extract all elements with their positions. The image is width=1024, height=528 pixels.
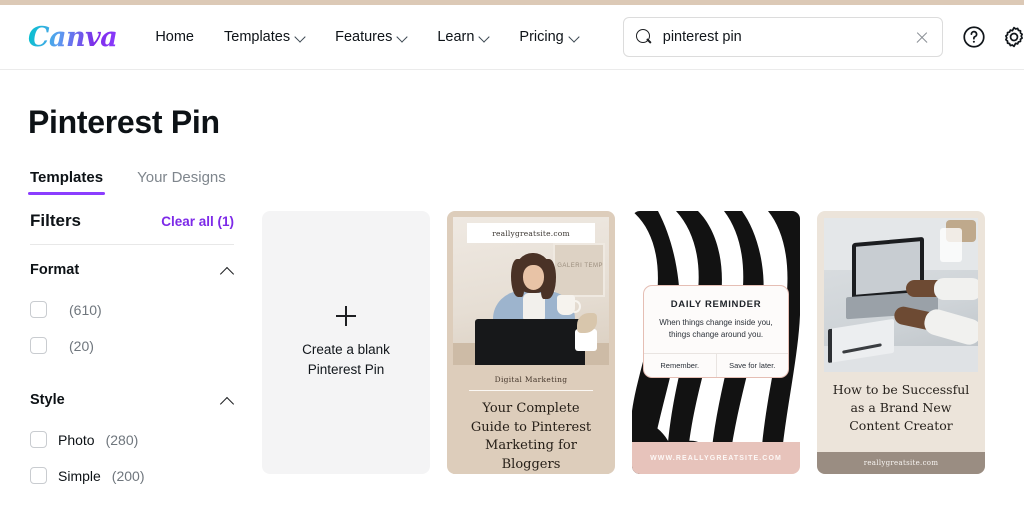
clear-all-button[interactable]: Clear all (1) [161, 214, 234, 229]
template-footer-url: reallygreatsite.com [817, 452, 985, 474]
glass-decor [940, 228, 962, 262]
nav-label-pricing: Pricing [519, 29, 564, 45]
chevron-down-icon [296, 33, 305, 42]
nav-label-features: Features [335, 29, 393, 45]
create-blank-line1: Create a blank [302, 341, 390, 357]
sleeve-lower [921, 306, 978, 348]
checkbox[interactable] [30, 431, 47, 448]
template-card-blogger-guide[interactable]: GALERI TEMP reallygreatsite.com Digital … [447, 211, 615, 474]
checkbox[interactable] [30, 301, 47, 318]
search-box[interactable] [622, 17, 943, 57]
reminder-quote-line1: When things change inside you, [659, 318, 773, 327]
template-title: Your Complete Guide to Pinterest Marketi… [470, 401, 592, 472]
filters-header: Filters Clear all (1) [30, 211, 234, 244]
site-header: Canva Home Templates Features Learn Pric… [0, 5, 1024, 70]
create-blank-card[interactable]: Create a blank Pinterest Pin [262, 211, 430, 474]
tab-label-your-designs: Your Designs [137, 169, 226, 186]
tab-templates[interactable]: Templates [27, 169, 106, 195]
main-navigation: Home Templates Features Learn Pricing [155, 29, 578, 45]
template-url-label: reallygreatsite.com [467, 223, 595, 243]
plus-icon [336, 305, 356, 326]
create-blank-label: Create a blank Pinterest Pin [302, 340, 390, 379]
filter-option-style-photo[interactable]: Photo (280) [30, 431, 234, 448]
nav-item-templates[interactable]: Templates [224, 29, 305, 45]
template-rule [469, 389, 593, 392]
nav-item-home[interactable]: Home [155, 29, 194, 45]
header-icon-group [961, 24, 1024, 50]
close-icon[interactable] [914, 29, 930, 45]
chevron-down-icon [570, 33, 579, 42]
chevron-down-icon [480, 33, 489, 42]
person-illustration [453, 243, 609, 365]
reminder-card-body: DAILY REMINDER When things change inside… [644, 286, 788, 353]
template-card-daily-reminder[interactable]: DAILY REMINDER When things change inside… [632, 211, 800, 474]
chevron-up-icon[interactable] [221, 266, 234, 275]
nav-label-home: Home [155, 29, 194, 45]
canva-logo[interactable]: Canva [28, 22, 118, 53]
nav-item-pricing[interactable]: Pricing [519, 29, 578, 45]
template-text-block: Digital Marketing Your Complete Guide to… [453, 364, 609, 474]
laptop-decor [475, 318, 585, 365]
nav-item-features[interactable]: Features [335, 29, 407, 45]
filter-group-style: Style Photo (280) Simple (200) [30, 354, 234, 484]
filter-option-count: (200) [111, 467, 145, 484]
template-thumbnail: GALERI TEMP reallygreatsite.com [453, 217, 609, 365]
checkbox[interactable] [30, 337, 47, 354]
filter-group-format-title: Format [30, 262, 80, 278]
filter-option-format-1[interactable]: (20) [30, 337, 234, 354]
create-blank-line2: Pinterest Pin [307, 361, 385, 377]
template-footer-url: WWW.REALLYGREATSITE.COM [632, 442, 800, 474]
template-thumbnail [824, 218, 978, 372]
reminder-card: DAILY REMINDER When things change inside… [643, 285, 789, 378]
reminder-action-save-for-later[interactable]: Save for later. [715, 354, 789, 377]
search-icon [635, 28, 653, 46]
nav-label-learn: Learn [437, 29, 475, 45]
filter-option-label: Photo [58, 431, 95, 448]
search-container [622, 17, 943, 57]
template-card-content-creator[interactable]: How to be Successful as a Brand New Cont… [817, 211, 985, 474]
filter-group-format: Format (610) (20) [30, 245, 234, 354]
sleeve-upper [934, 278, 978, 300]
canva-templates-page: Canva Home Templates Features Learn Pric… [0, 0, 1024, 528]
content-area: Filters Clear all (1) Format (610) (20) [0, 211, 1024, 484]
help-circle-icon[interactable] [961, 24, 987, 50]
filter-option-label: Simple [58, 467, 101, 484]
chevron-down-icon [398, 33, 407, 42]
reminder-actions: Remember. Save for later. [644, 353, 788, 377]
chevron-up-icon[interactable] [221, 396, 234, 405]
filter-option-count: (20) [69, 337, 94, 354]
reminder-quote-line2: things change around you. [668, 330, 764, 339]
filter-option-count: (280) [105, 431, 139, 448]
reminder-action-remember[interactable]: Remember. [644, 354, 716, 377]
filters-title: Filters [30, 211, 82, 230]
filter-group-style-title: Style [30, 392, 65, 408]
page-tabs: Templates Your Designs [0, 141, 1024, 195]
filter-option-style-simple[interactable]: Simple (200) [30, 467, 234, 484]
tab-your-designs[interactable]: Your Designs [137, 169, 226, 195]
search-input[interactable] [662, 29, 914, 45]
template-grid: Create a blank Pinterest Pin GALERI TEMP [262, 211, 985, 484]
nav-item-learn[interactable]: Learn [437, 29, 489, 45]
reminder-heading: DAILY REMINDER [670, 299, 762, 310]
checkbox[interactable] [30, 467, 47, 484]
filters-sidebar: Filters Clear all (1) Format (610) (20) [30, 211, 262, 484]
filter-group-format-header[interactable]: Format [30, 262, 234, 282]
plant-decor [575, 312, 597, 351]
page-title: Pinterest Pin [28, 104, 220, 140]
template-title: How to be Successful as a Brand New Cont… [832, 382, 970, 434]
person-face [523, 264, 544, 290]
filter-group-style-header[interactable]: Style [30, 392, 234, 412]
filter-option-format-0[interactable]: (610) [30, 301, 234, 318]
gear-icon[interactable] [1001, 24, 1024, 50]
mug-decor [557, 294, 581, 315]
tab-label-templates: Templates [30, 169, 104, 186]
template-kicker: Digital Marketing [494, 374, 568, 384]
nav-label-templates: Templates [224, 29, 291, 45]
filter-option-count: (610) [69, 301, 102, 318]
